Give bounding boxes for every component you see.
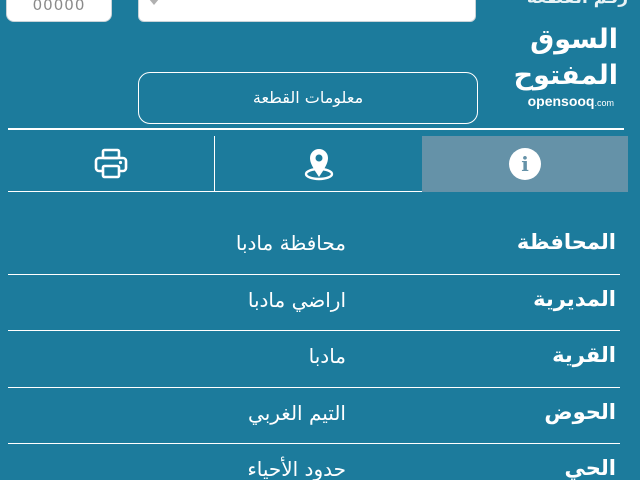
- tab-info[interactable]: i: [422, 136, 628, 192]
- tab-location[interactable]: [215, 136, 422, 192]
- row-label: المديرية: [533, 286, 616, 311]
- row-value: التيم الغربي: [248, 400, 346, 425]
- row-value: اراضي مادبا: [247, 287, 346, 312]
- plot-select-dropdown[interactable]: [138, 0, 476, 22]
- row-value: محافظة مادبا: [235, 231, 346, 255]
- brand-english: opensooq.com: [468, 94, 614, 110]
- row-value: مادبا: [308, 344, 346, 368]
- parcel-info-button[interactable]: معلومات القطعة: [138, 72, 478, 124]
- row-value: حدود الأحياء: [247, 457, 346, 480]
- info-icon: i: [509, 148, 541, 180]
- list-item: الحوض التيم الغربي: [8, 388, 620, 444]
- plot-number-input[interactable]: 00000: [6, 0, 112, 22]
- row-label: القرية: [552, 343, 616, 367]
- row-label: المحافظة: [516, 230, 616, 254]
- list-item: القرية مادبا: [8, 331, 620, 388]
- list-item: المحافظة محافظة مادبا: [8, 218, 620, 275]
- tab-bar: i: [8, 136, 628, 192]
- printer-icon: [94, 148, 128, 178]
- divider: [8, 128, 624, 130]
- row-label: الحوض: [544, 399, 616, 424]
- brand-arabic: السوق المفتوح: [513, 24, 619, 91]
- brand-english-name: opensooq: [527, 93, 595, 109]
- list-item: الحي حدود الأحياء: [8, 444, 620, 480]
- opensooq-logo: السوق المفتوح opensooq.com: [468, 22, 619, 110]
- list-item: المديرية اراضي مادبا: [8, 275, 620, 331]
- chevron-down-icon: [149, 0, 159, 5]
- brand-tld: .com: [594, 98, 614, 108]
- tab-print[interactable]: [8, 136, 215, 192]
- plot-number-label: رقم القطعة: [527, 0, 628, 8]
- parcel-details-list: المحافظة محافظة مادبا المديرية اراضي ماد…: [8, 218, 620, 480]
- map-pin-icon: [304, 148, 333, 180]
- row-label: الحي: [564, 456, 616, 480]
